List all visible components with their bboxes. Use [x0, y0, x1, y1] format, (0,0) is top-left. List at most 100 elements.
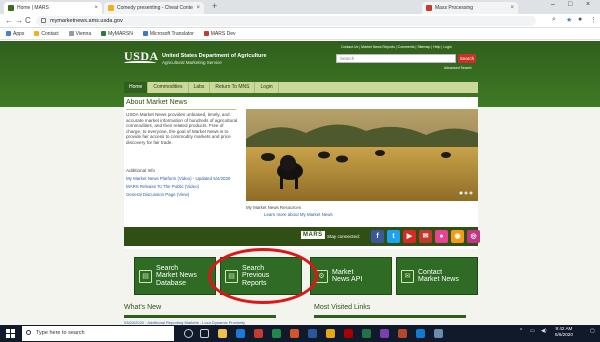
app-icon[interactable]	[272, 329, 281, 338]
bookmark-icon	[34, 31, 40, 36]
bookmark-star-icon[interactable]: ★	[566, 16, 572, 24]
top-links[interactable]: Contact Us | Market News Reports | Comme…	[341, 45, 452, 49]
main-menu: Home Commodities Labs Return To MNS Logi…	[124, 82, 478, 93]
stay-connected-bar: MARS Stay connected: f t ▶ ✉ ● ◉ ◎	[124, 227, 480, 246]
bookmark-translator[interactable]: Microsoft Translator	[142, 31, 194, 37]
market-news-api-button[interactable]: ⚙ Market News API	[310, 257, 392, 295]
address-bar-row: ← → C mymarketnews.ams.usda.gov ⌕ ★ ● ⋮	[0, 14, 600, 28]
volume-icon[interactable]: ◀)	[541, 328, 547, 334]
app-icon[interactable]	[290, 329, 299, 338]
menu-login[interactable]: Login	[255, 82, 279, 93]
youtube-icon[interactable]: ▶	[403, 230, 416, 243]
app-icon[interactable]	[254, 329, 263, 338]
instagram-icon[interactable]: ◎	[467, 230, 480, 243]
facebook-icon[interactable]: f	[371, 230, 384, 243]
button-label: Search Market News Database	[156, 264, 197, 287]
search-market-news-database-button[interactable]: ▤ Search Market News Database	[134, 257, 216, 295]
tab-close-icon[interactable]: ×	[196, 5, 200, 11]
divider	[126, 109, 236, 110]
tray-arrow-icon[interactable]: ^	[520, 328, 522, 334]
reload-button[interactable]: C	[25, 16, 31, 25]
network-icon[interactable]: ▭	[530, 328, 535, 334]
profile-icon[interactable]: ●	[578, 16, 582, 23]
tab-mass-processing[interactable]: Mass Processing ×	[422, 2, 518, 14]
about-text: USDA Market News provides unbiased, time…	[126, 112, 238, 145]
bookmark-mymarsn[interactable]: MyMARSN	[101, 31, 133, 37]
hero-caption: My Market News Resources	[246, 205, 301, 210]
bookmark-icon	[68, 31, 74, 36]
back-button[interactable]: ←	[5, 16, 13, 25]
link-discussion-page[interactable]: General Discussion Page (View)	[126, 192, 189, 197]
additional-info-heading: Additional Info	[126, 168, 156, 173]
hero-learn-more-link[interactable]: Learn more about My Market News	[264, 212, 333, 217]
powerpoint-icon[interactable]	[398, 329, 407, 338]
tab-home-mars[interactable]: Home | MARS ×	[4, 2, 102, 14]
tab-label: Mass Processing	[435, 5, 474, 11]
rss-icon[interactable]: ◉	[451, 230, 464, 243]
menu-icon[interactable]: ⋮	[590, 16, 597, 24]
link-platform-video[interactable]: My Market News Platform (Video) - Update…	[126, 176, 230, 181]
stay-connected-label: Stay connected:	[327, 234, 360, 239]
advanced-search-link[interactable]: Advanced Search	[444, 66, 472, 70]
tab-close-icon[interactable]: ×	[94, 5, 98, 11]
taskbar-clock[interactable]: 9:42 AM 5/6/2020	[555, 326, 573, 338]
whats-new-heading: What's New	[124, 304, 162, 311]
bookmark-label: Apps	[13, 30, 25, 37]
tab-label: Home | MARS	[17, 5, 49, 11]
edge-icon[interactable]	[236, 329, 245, 338]
mail-icon: ✉	[401, 269, 414, 283]
taskbar-search-placeholder: Type here to search	[36, 330, 85, 336]
email-icon[interactable]: ✉	[419, 230, 432, 243]
cortana-icon[interactable]	[184, 329, 193, 338]
close-window-button[interactable]: ×	[586, 1, 590, 8]
notifications-icon[interactable]: ▢	[590, 328, 595, 334]
outlook-icon[interactable]	[416, 329, 425, 338]
windows-start-icon[interactable]	[6, 329, 15, 338]
task-view-icon[interactable]	[200, 329, 209, 338]
search-icon	[26, 330, 31, 335]
bookmark-label: MyMARSN	[108, 30, 133, 37]
bookmark-icon	[101, 31, 107, 36]
forward-button[interactable]: →	[15, 16, 23, 25]
minimize-button[interactable]: –	[551, 1, 555, 8]
chrome-icon[interactable]	[326, 329, 335, 338]
link-release-video[interactable]: MARS Release To The Public (Video)	[126, 184, 199, 189]
bookmark-contact[interactable]: Contact	[34, 31, 59, 37]
zoom-icon[interactable]: ⌕	[552, 16, 556, 24]
tab-close-icon[interactable]: ×	[510, 5, 514, 11]
menu-home[interactable]: Home	[124, 82, 149, 93]
web-page: USDA United States Department of Agricul…	[0, 41, 600, 325]
tab-second[interactable]: Comedy presenting - Cheat Content ×	[104, 2, 204, 14]
app-icon[interactable]	[434, 329, 443, 338]
most-visited-heading: Most Visited Links	[314, 304, 371, 311]
excel-icon[interactable]	[362, 329, 371, 338]
page-favicon-icon	[426, 5, 432, 11]
tab-label: Comedy presenting - Cheat Content	[117, 5, 194, 11]
bookmark-apps[interactable]: Apps	[6, 31, 24, 37]
word-icon[interactable]	[308, 329, 317, 338]
new-tab-button[interactable]: +	[212, 1, 217, 11]
site-search-button[interactable]: Search	[458, 54, 476, 63]
contact-market-news-button[interactable]: ✉ Contact Market News	[396, 257, 478, 295]
bookmarks-bar: Apps Contact Vienna MyMARSN Microsoft Tr…	[0, 28, 600, 40]
button-label: Market News API	[332, 268, 363, 283]
menu-return-to-mns[interactable]: Return To MNS	[210, 82, 256, 93]
maximize-button[interactable]: □	[568, 1, 572, 8]
menu-commodities[interactable]: Commodities	[148, 82, 189, 93]
twitter-icon[interactable]: t	[387, 230, 400, 243]
page-favicon-icon	[108, 5, 114, 11]
menu-labs[interactable]: Labs	[189, 82, 211, 93]
windows-taskbar: Type here to search ^ ▭ ◀) 9:42 AM 5/6/2…	[0, 325, 600, 342]
file-explorer-icon[interactable]	[218, 329, 227, 338]
onenote-icon[interactable]	[380, 329, 389, 338]
mars-logo: MARS	[301, 231, 325, 239]
flickr-icon[interactable]: ●	[435, 230, 448, 243]
acrobat-icon[interactable]	[344, 329, 353, 338]
site-search-input[interactable]: Search	[336, 54, 456, 63]
divider	[124, 315, 276, 318]
url-field[interactable]: mymarketnews.ams.usda.gov	[36, 16, 536, 26]
bookmark-label: Vienna	[75, 30, 92, 37]
bookmark-mars-dev[interactable]: MARS Dev	[203, 31, 236, 37]
taskbar-search-input[interactable]: Type here to search	[22, 326, 174, 341]
bookmark-vienna[interactable]: Vienna	[68, 30, 92, 37]
